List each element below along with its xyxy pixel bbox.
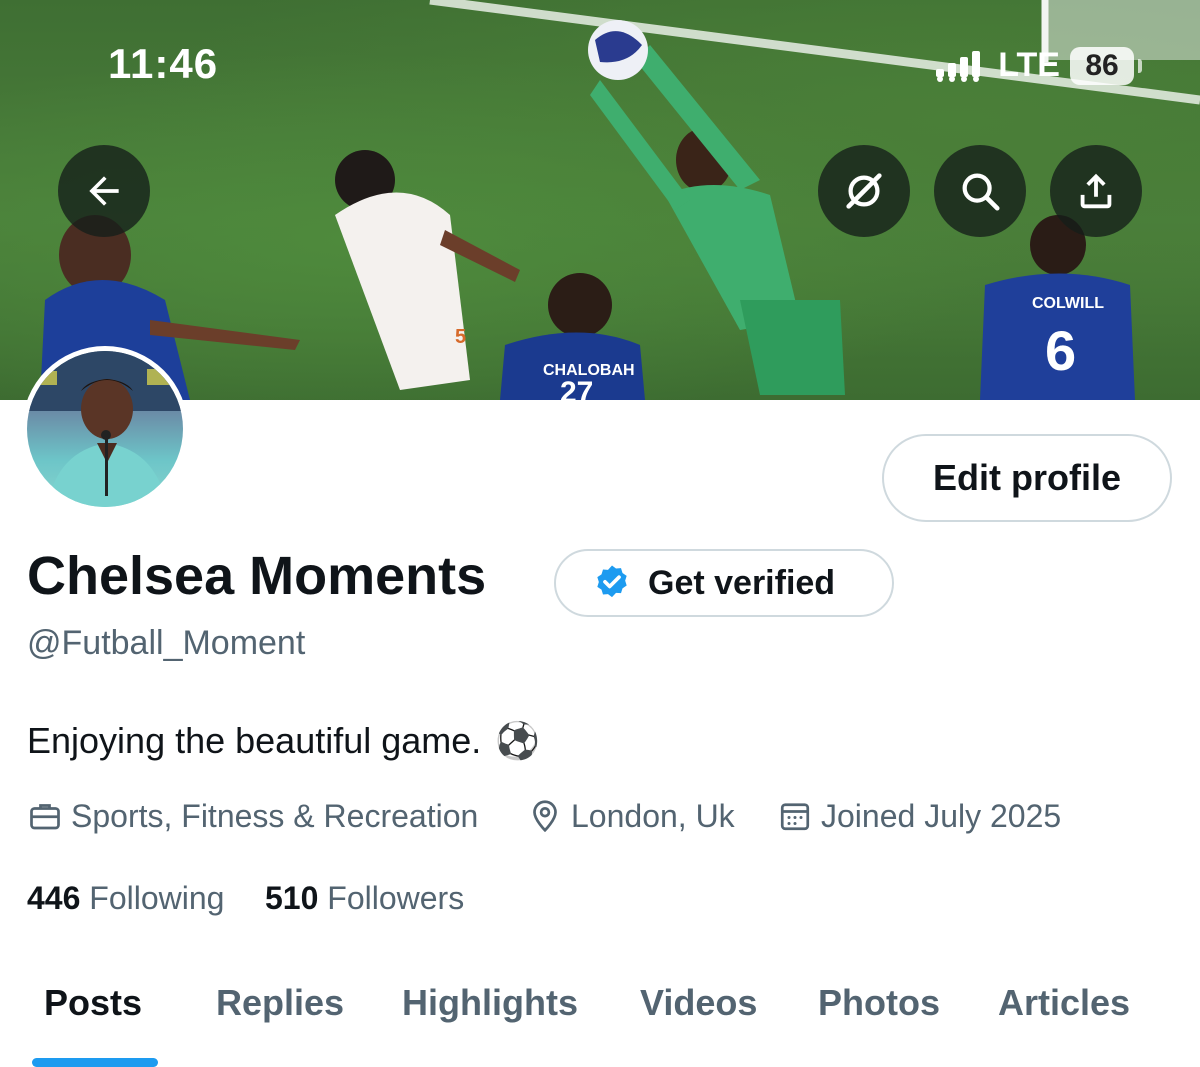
followers-label: Followers [327, 880, 465, 916]
verified-badge-icon [597, 565, 627, 598]
profile-joined: Joined July 2025 [777, 796, 1061, 836]
grok-button[interactable] [818, 145, 910, 237]
followers-count: 510 [265, 880, 319, 916]
arrow-left-icon [89, 176, 119, 206]
soccer-ball-emoji: ⚽ [495, 720, 541, 761]
tab-posts[interactable]: Posts [44, 982, 142, 1024]
get-verified-button[interactable]: Get verified [554, 549, 894, 617]
tab-articles[interactable]: Articles [998, 982, 1130, 1024]
edit-profile-button[interactable]: Edit profile [882, 434, 1172, 522]
share-button[interactable] [1050, 145, 1142, 237]
jersey-number-5: 5 [455, 326, 466, 348]
avatar-photo [27, 351, 183, 507]
back-button[interactable] [58, 145, 150, 237]
search-button[interactable] [934, 145, 1026, 237]
user-handle: @Futball_Moment [27, 624, 306, 662]
slash-circle-icon [846, 173, 882, 209]
profile-bio: Enjoying the beautiful game. ⚽ [27, 720, 540, 762]
joined-text: Joined July 2025 [821, 797, 1062, 834]
tab-photos[interactable]: Photos [818, 982, 940, 1024]
followers-link[interactable]: 510 Followers [265, 880, 464, 917]
status-time: 11:46 [108, 40, 219, 87]
jersey-number-27: 27 [560, 376, 593, 400]
tab-videos[interactable]: Videos [640, 982, 757, 1024]
location-pin-icon [533, 800, 557, 833]
profile-category: Sports, Fitness & Recreation [27, 796, 478, 836]
cellular-signal-icon [936, 50, 981, 82]
profile-banner[interactable]: CHALOBAH 27 COLWILL 6 5 11:46 LTE 86 [0, 0, 1200, 400]
jersey-name-colwill: COLWILL [1032, 295, 1104, 312]
active-tab-indicator [32, 1058, 158, 1067]
search-icon [962, 173, 1000, 211]
location-text: London, Uk [571, 797, 735, 834]
tab-highlights[interactable]: Highlights [402, 982, 578, 1024]
profile-avatar[interactable] [22, 346, 188, 512]
following-label: Following [89, 880, 225, 916]
briefcase-icon [30, 804, 60, 830]
calendar-icon [780, 803, 810, 831]
battery-indicator: 86 [1070, 46, 1142, 85]
share-upload-icon [1080, 173, 1112, 209]
tab-replies[interactable]: Replies [216, 982, 344, 1024]
category-text: Sports, Fitness & Recreation [71, 797, 479, 834]
following-link[interactable]: 446 Following [27, 880, 224, 917]
jersey-number-6: 6 [1045, 319, 1076, 382]
display-name: Chelsea Moments [27, 546, 487, 606]
network-type: LTE [998, 46, 1060, 84]
status-indicators: LTE 86 [936, 46, 1142, 85]
get-verified-label: Get verified [648, 563, 836, 602]
following-count: 446 [27, 880, 81, 916]
profile-location: London, Uk [527, 796, 735, 836]
bio-text: Enjoying the beautiful game. [27, 720, 482, 761]
